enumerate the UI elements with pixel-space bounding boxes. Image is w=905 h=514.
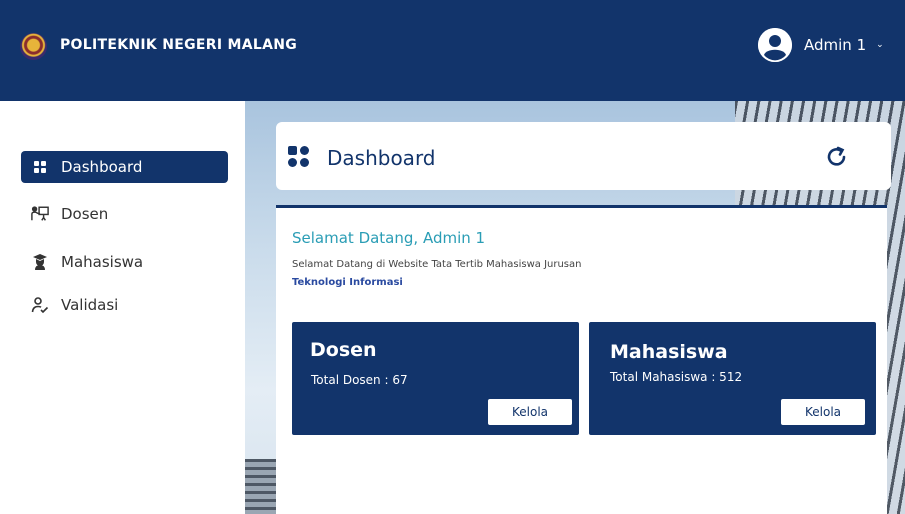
building-image — [245, 459, 277, 514]
kelola-dosen-button[interactable]: Kelola — [488, 399, 572, 425]
sidebar-item-label: Validasi — [61, 296, 119, 314]
dosen-stat-card: Dosen Total Dosen : 67 Kelola — [292, 322, 579, 435]
user-name: Admin 1 — [804, 36, 867, 54]
chevron-down-icon: ⌄ — [876, 40, 884, 50]
sidebar-item-validasi[interactable]: Validasi — [21, 289, 228, 321]
card-title: Dosen — [310, 339, 377, 361]
grid-icon — [31, 158, 49, 176]
user-menu[interactable]: Admin 1 ⌄ — [758, 27, 884, 63]
polinema-logo-icon — [20, 33, 47, 60]
brand-name: POLITEKNIK NEGERI MALANG — [60, 37, 298, 53]
user-avatar-icon — [758, 28, 792, 62]
card-title: Mahasiswa — [610, 341, 728, 363]
graduate-icon — [31, 253, 49, 271]
sidebar-item-label: Dosen — [61, 205, 109, 223]
user-check-icon — [31, 296, 49, 314]
card-subtitle: Total Mahasiswa : 512 — [610, 370, 743, 384]
presenter-icon — [31, 205, 49, 223]
page-title: Dashboard — [327, 146, 436, 170]
card-subtitle: Total Dosen : 67 — [311, 373, 408, 387]
sidebar: Dashboard Dosen Mahasiswa Validasi — [0, 101, 245, 514]
sidebar-item-mahasiswa[interactable]: Mahasiswa — [21, 246, 228, 278]
dashboard-icon — [288, 146, 310, 172]
welcome-description: Selamat Datang di Website Tata Tertib Ma… — [292, 259, 582, 270]
sidebar-item-dosen[interactable]: Dosen — [21, 198, 228, 230]
sidebar-item-label: Dashboard — [61, 158, 143, 176]
welcome-heading: Selamat Datang, Admin 1 — [292, 229, 486, 247]
sidebar-item-label: Mahasiswa — [61, 253, 144, 271]
top-header: POLITEKNIK NEGERI MALANG Admin 1 ⌄ — [0, 0, 905, 101]
content-card: Selamat Datang, Admin 1 Selamat Datang d… — [276, 205, 887, 514]
refresh-icon[interactable] — [825, 145, 849, 169]
department-name: Teknologi Informasi — [292, 277, 403, 288]
page-header-card: Dashboard — [276, 122, 891, 190]
mahasiswa-stat-card: Mahasiswa Total Mahasiswa : 512 Kelola — [589, 322, 876, 435]
kelola-mahasiswa-button[interactable]: Kelola — [781, 399, 865, 425]
sidebar-item-dashboard[interactable]: Dashboard — [21, 151, 228, 183]
